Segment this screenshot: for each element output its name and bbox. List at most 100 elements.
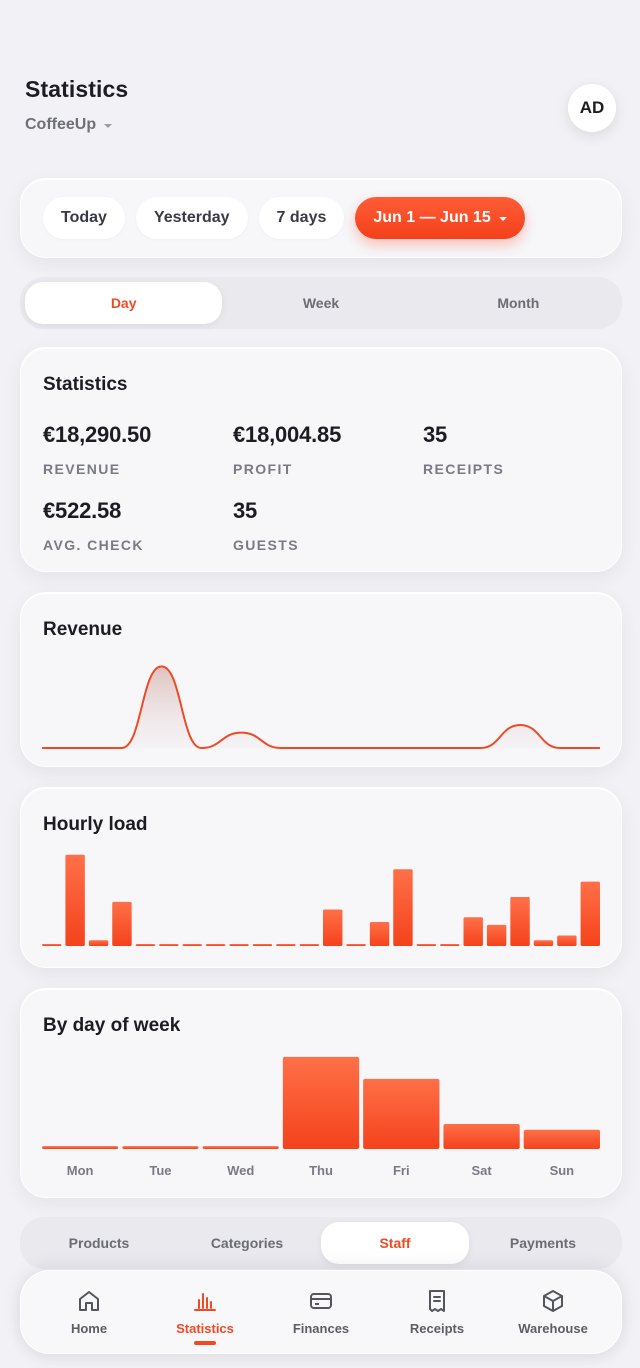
bar-Fri: [363, 1078, 440, 1149]
bar-2: [88, 940, 109, 946]
hourly-load-chart: [42, 854, 600, 946]
nav-receipts[interactable]: Receipts: [382, 1271, 492, 1353]
nav-statistics[interactable]: Statistics: [150, 1271, 260, 1353]
tab-staff[interactable]: Staff: [321, 1222, 469, 1264]
metric-avg-check: €522.58 AVG. CHECK: [43, 498, 144, 553]
day-label-wed: Wed: [227, 1163, 255, 1178]
revenue-chart: [41, 665, 600, 750]
nav-label: Warehouse: [518, 1321, 588, 1336]
revenue-area: [42, 666, 600, 748]
metric-label: PROFIT: [233, 461, 293, 477]
period-selector: Today Yesterday 7 days Jun 1 — Jun 15: [20, 178, 622, 258]
nav-label: Finances: [292, 1321, 350, 1336]
home-icon: [79, 1291, 99, 1311]
nav-label: Statistics: [176, 1321, 234, 1336]
bar-20: [510, 897, 530, 946]
day-label-fri: Fri: [392, 1163, 410, 1178]
page-title: Statistics: [25, 76, 129, 102]
statistics-card-title: Statistics: [43, 374, 128, 395]
box-icon: [543, 1290, 563, 1312]
chevron-down-icon: [498, 217, 507, 221]
day-of-week-chart: [42, 1056, 600, 1149]
hourly-load-card: Hourly load: [20, 787, 622, 968]
bar-Sat: [443, 1124, 520, 1149]
metric-label: GUESTS: [233, 537, 299, 553]
bar-19: [486, 924, 507, 946]
metric-value: 35: [423, 422, 448, 447]
day-label-tue: Tue: [149, 1163, 172, 1178]
nav-label: Home: [70, 1321, 108, 1336]
day-label-thu: Thu: [309, 1163, 333, 1178]
bar-Tue: [122, 1146, 199, 1149]
granularity-switch: Day Week Month: [20, 277, 622, 329]
dow-chart-title: By day of week: [43, 1015, 181, 1036]
bar-21: [533, 940, 554, 946]
metric-label: AVG. CHECK: [43, 537, 144, 553]
metric-value: €18,004.85: [233, 422, 342, 447]
active-indicator: [194, 1341, 216, 1345]
tab-categories[interactable]: Categories: [173, 1222, 321, 1264]
bar-22: [557, 935, 577, 946]
page-header: Statistics CoffeeUp: [25, 76, 128, 134]
metric-label: RECEIPTS: [423, 461, 505, 477]
bar-17: [440, 944, 460, 946]
bar-13: [346, 944, 366, 946]
bar-5: [159, 944, 179, 946]
bar-0: [42, 944, 62, 946]
receipt-icon: [429, 1290, 445, 1312]
bottom-nav: Home Statistics Finances Receipts Wareho…: [20, 1270, 622, 1354]
period-7days-button[interactable]: 7 days: [258, 197, 345, 239]
bar-Sun: [523, 1129, 600, 1149]
bar-chart-icon: [194, 1293, 216, 1311]
bar-12: [323, 909, 343, 946]
bar-Wed: [202, 1146, 279, 1149]
period-yesterday-button[interactable]: Yesterday: [135, 197, 248, 239]
card-icon: [310, 1293, 332, 1309]
metric-receipts: 35 RECEIPTS: [423, 422, 504, 477]
shop-name: CoffeeUp: [25, 116, 97, 133]
day-of-week-card: By day of week Mon Tue Wed Thu Fri Sat Sun: [20, 988, 622, 1198]
nav-warehouse[interactable]: Warehouse: [498, 1271, 608, 1353]
hourly-chart-title: Hourly load: [43, 814, 148, 835]
shop-selector[interactable]: CoffeeUp: [25, 116, 128, 134]
avatar[interactable]: AD: [568, 84, 616, 132]
day-label-sat: Sat: [471, 1163, 492, 1178]
bar-7: [205, 944, 226, 946]
bar-23: [580, 881, 600, 946]
revenue-chart-card: Revenue: [20, 592, 622, 767]
bar-15: [393, 869, 413, 946]
metric-profit: €18,004.85 PROFIT: [233, 422, 341, 477]
metric-value: 35: [233, 498, 258, 523]
bar-6: [182, 944, 202, 946]
date-range-button[interactable]: Jun 1 — Jun 15: [355, 197, 525, 239]
bar-4: [135, 944, 156, 946]
metric-label: REVENUE: [43, 461, 121, 477]
bar-9: [252, 944, 273, 946]
nav-home[interactable]: Home: [34, 1271, 144, 1353]
day-label-sun: Sun: [549, 1163, 575, 1178]
nav-label: Receipts: [409, 1321, 465, 1336]
bar-11: [299, 944, 319, 946]
day-label-mon: Mon: [66, 1163, 94, 1178]
metric-value: €522.58: [43, 498, 122, 523]
bar-18: [463, 917, 483, 946]
bar-Thu: [282, 1056, 360, 1149]
bar-1: [65, 854, 85, 946]
nav-finances[interactable]: Finances: [266, 1271, 376, 1353]
granularity-week-tab[interactable]: Week: [222, 282, 419, 324]
chevron-down-icon: [104, 124, 113, 128]
revenue-chart-title: Revenue: [43, 619, 123, 640]
bar-Mon: [42, 1146, 119, 1149]
bar-8: [229, 944, 249, 946]
bar-10: [276, 944, 296, 946]
date-range-label: Jun 1 — Jun 15: [373, 209, 491, 226]
period-today-button[interactable]: Today: [43, 197, 125, 239]
bar-14: [369, 922, 390, 946]
bar-16: [416, 944, 437, 946]
granularity-day-tab[interactable]: Day: [25, 282, 223, 324]
granularity-month-tab[interactable]: Month: [420, 282, 617, 324]
metric-value: €18,290.50: [43, 422, 152, 447]
tab-payments[interactable]: Payments: [469, 1222, 617, 1264]
statistics-card: Statistics €18,290.50 REVENUE €18,004.85…: [20, 347, 622, 572]
tab-products[interactable]: Products: [25, 1222, 173, 1264]
